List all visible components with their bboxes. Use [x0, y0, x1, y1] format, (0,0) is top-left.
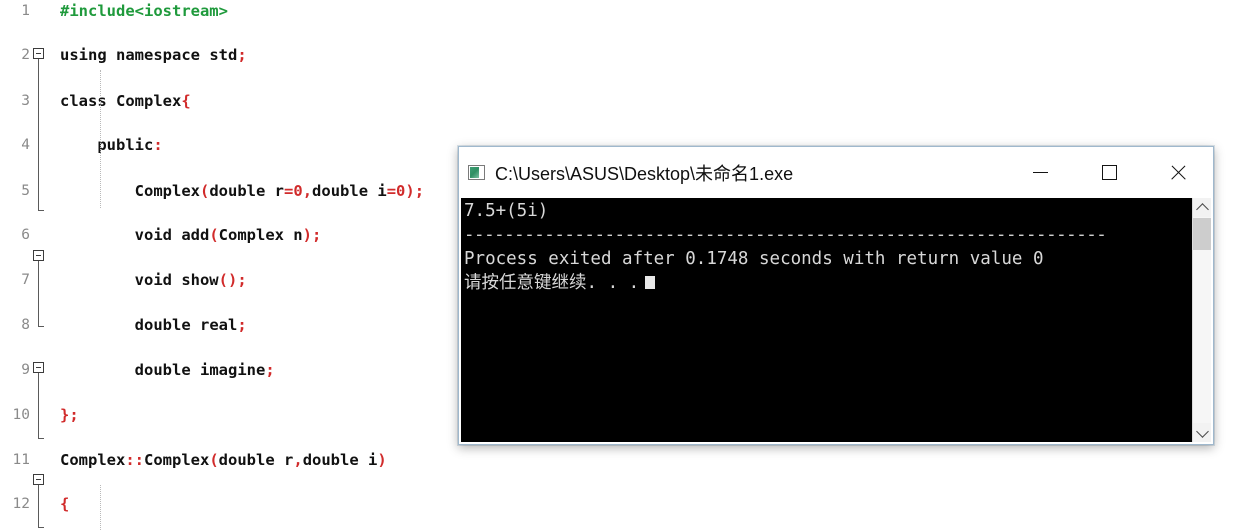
fold-guide-line-17 [38, 373, 39, 438]
line-content: Complex(double r=0,double i=0); [134, 181, 425, 200]
fold-toggle-line-12[interactable] [33, 250, 44, 261]
close-button[interactable] [1144, 148, 1213, 198]
program-output: 7.5+(5i) [464, 201, 549, 221]
line-number: 12 [12, 496, 30, 513]
line-number: 2 [21, 47, 30, 64]
console-output-area[interactable]: 7.5+(5i) --------------------------------… [461, 198, 1211, 442]
continue-prompt: 请按任意键继续. . . [464, 273, 640, 293]
fold-toggle-line-22[interactable] [33, 474, 44, 485]
console-scrollbar[interactable] [1192, 198, 1211, 442]
line-content: void show(); [134, 271, 247, 290]
console-window[interactable]: C:\Users\ASUS\Desktop\未命名1.exe 7.5+(5i) -… [458, 146, 1214, 445]
line-number: 8 [21, 316, 30, 333]
fold-guide-foot-3 [38, 210, 44, 211]
console-titlebar[interactable]: C:\Users\ASUS\Desktop\未命名1.exe [459, 147, 1213, 199]
maximize-button[interactable] [1075, 148, 1144, 198]
line-number: 7 [21, 272, 30, 289]
line-content: public: [97, 136, 163, 155]
line-content: double imagine; [134, 361, 275, 380]
chevron-down-icon [1195, 424, 1209, 438]
line-content: using namespace std; [60, 46, 247, 65]
app-root: 1 #include<iostream> 2 using namespace s… [0, 0, 1244, 532]
line-content: void add(Complex n); [134, 225, 322, 244]
code-line[interactable]: 3 class Complex{ [0, 90, 1244, 112]
fold-guide-foot-12 [38, 326, 44, 327]
line-content: double real; [134, 315, 247, 334]
code-line[interactable]: 2 using namespace std; [0, 44, 1244, 66]
scroll-down-button[interactable] [1193, 423, 1211, 442]
fold-guide-line-12 [38, 261, 39, 326]
text-cursor [645, 276, 656, 289]
close-icon [1169, 163, 1188, 182]
fold-guide-line-3 [38, 59, 39, 210]
console-title: C:\Users\ASUS\Desktop\未命名1.exe [495, 163, 794, 184]
line-number: 4 [21, 137, 30, 154]
fold-guide-foot-22 [38, 527, 44, 528]
fold-toggle-line-3[interactable] [33, 48, 44, 59]
line-number: 1 [21, 3, 30, 19]
fold-guide-foot-17 [38, 438, 44, 439]
line-content: { [60, 495, 70, 514]
line-number: 3 [21, 92, 30, 109]
minimize-icon [1033, 172, 1048, 173]
line-number: 5 [21, 182, 30, 199]
console-separator: ----------------------------------------… [464, 225, 1107, 245]
minimize-button[interactable] [1006, 148, 1075, 198]
scrollbar-thumb[interactable] [1193, 218, 1211, 250]
line-number: 9 [21, 362, 30, 379]
fold-toggle-line-17[interactable] [33, 362, 44, 373]
maximize-icon [1102, 165, 1117, 180]
line-content: Complex::Complex(double r,double i) [60, 450, 387, 469]
line-number: 6 [21, 226, 30, 243]
scroll-up-button[interactable] [1193, 198, 1211, 217]
line-content: class Complex{ [60, 91, 191, 110]
line-content: #include<iostream> [60, 2, 228, 20]
console-text: 7.5+(5i) --------------------------------… [464, 199, 1180, 295]
console-app-icon [468, 165, 485, 180]
exit-message: Process exited after 0.1748 seconds with… [464, 249, 1044, 269]
line-number: 10 [12, 406, 30, 423]
line-number: 11 [12, 451, 30, 468]
indent-guide-class-body [100, 70, 102, 208]
code-line[interactable]: 11 Complex::Complex(double r,double i) [0, 449, 1244, 471]
line-content: }; [60, 405, 79, 424]
code-line[interactable]: 1 #include<iostream> [0, 0, 1244, 22]
indent-guide-show-body [100, 485, 102, 530]
code-line[interactable]: 12 { [0, 493, 1244, 515]
chevron-up-icon [1195, 202, 1209, 216]
fold-guide-line-22 [38, 485, 39, 528]
